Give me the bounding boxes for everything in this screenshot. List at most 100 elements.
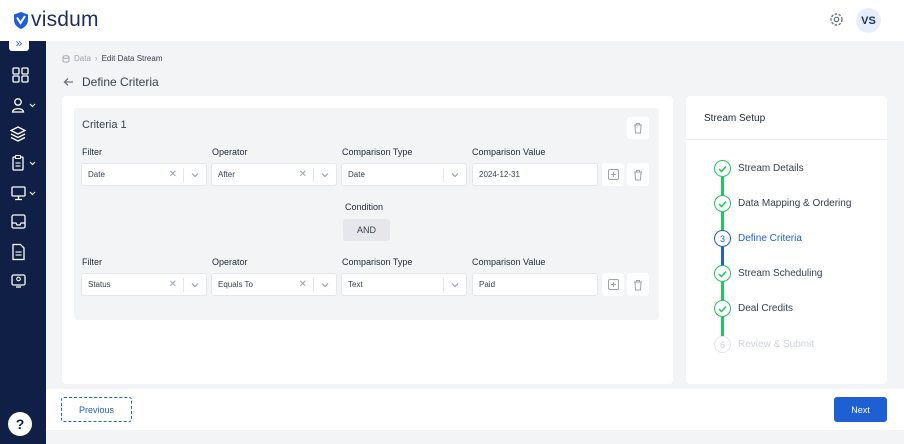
filter-select[interactable]: Status ✕ bbox=[81, 273, 207, 296]
filter-select-value: Date bbox=[88, 170, 105, 179]
breadcrumb-root[interactable]: Data bbox=[74, 54, 91, 63]
operator-select[interactable]: Equals To ✕ bbox=[211, 273, 337, 296]
chevron-down-icon[interactable] bbox=[320, 170, 330, 180]
comparison-value-label: Comparison Value bbox=[472, 147, 546, 157]
comparison-value-input[interactable]: Paid bbox=[472, 273, 598, 296]
user-icon[interactable] bbox=[10, 96, 40, 114]
breadcrumb-separator-icon: › bbox=[94, 54, 98, 63]
check-icon bbox=[714, 265, 731, 282]
operator-select[interactable]: After ✕ bbox=[211, 163, 337, 186]
clear-icon[interactable]: ✕ bbox=[169, 169, 177, 180]
sidebar: » ? bbox=[0, 35, 46, 444]
delete-condition-button[interactable] bbox=[627, 163, 649, 186]
comparison-value-label: Comparison Value bbox=[472, 257, 546, 267]
layers-icon[interactable] bbox=[10, 125, 32, 143]
inbox-icon[interactable] bbox=[10, 213, 32, 231]
criteria-title: Criteria 1 bbox=[82, 119, 127, 131]
step-label: Define Criteria bbox=[738, 233, 802, 244]
clear-icon[interactable]: ✕ bbox=[299, 279, 307, 290]
back-arrow-icon[interactable] bbox=[63, 77, 74, 87]
step-label: Data Mapping & Ordering bbox=[738, 198, 852, 209]
criteria-box: Criteria 1 Filter Operator Comparison Ty… bbox=[74, 108, 659, 320]
check-icon bbox=[714, 300, 731, 317]
comparison-type-select[interactable]: Text bbox=[341, 273, 467, 296]
logo[interactable]: visdum bbox=[13, 8, 99, 32]
filter-label: Filter bbox=[82, 257, 102, 267]
trash-icon bbox=[634, 169, 642, 180]
delete-criteria-button[interactable] bbox=[627, 117, 649, 139]
plus-square-icon bbox=[607, 279, 619, 290]
operator-select-value: Equals To bbox=[218, 280, 253, 289]
filter-select-value: Status bbox=[88, 280, 111, 289]
avatar[interactable]: VS bbox=[856, 8, 881, 33]
page-title-text: Define Criteria bbox=[82, 75, 159, 89]
breadcrumb: Data › Edit Data Stream bbox=[62, 54, 163, 63]
comparison-type-select-value: Text bbox=[348, 280, 363, 289]
step-connector bbox=[721, 317, 724, 336]
step-label: Stream Scheduling bbox=[738, 268, 823, 279]
condition-label: Condition bbox=[345, 202, 384, 212]
step-number: 3 bbox=[714, 230, 731, 247]
step-label: Deal Credits bbox=[738, 303, 794, 314]
chevron-down-icon[interactable] bbox=[320, 280, 330, 290]
operator-label: Operator bbox=[212, 147, 248, 157]
id-card-icon[interactable] bbox=[10, 272, 32, 290]
comparison-type-label: Comparison Type bbox=[342, 257, 413, 267]
stream-setup-title: Stream Setup bbox=[704, 113, 766, 124]
filter-label: Filter bbox=[82, 147, 102, 157]
step-connector bbox=[721, 177, 724, 196]
shield-logo-icon bbox=[14, 11, 28, 29]
step-label: Stream Details bbox=[738, 163, 804, 174]
clear-icon[interactable]: ✕ bbox=[299, 169, 307, 180]
expand-sidebar-button[interactable]: » bbox=[9, 35, 29, 51]
criteria-card: Criteria 1 Filter Operator Comparison Ty… bbox=[62, 96, 673, 384]
top-bar: visdum VS bbox=[0, 0, 904, 41]
add-condition-button[interactable] bbox=[602, 163, 624, 186]
filter-select[interactable]: Date ✕ bbox=[81, 163, 207, 186]
database-icon bbox=[62, 54, 70, 63]
step-connector bbox=[721, 282, 724, 301]
previous-button[interactable]: Previous bbox=[61, 397, 132, 422]
step-number: 6 bbox=[714, 336, 731, 353]
chevron-down-icon[interactable] bbox=[450, 170, 460, 180]
comparison-type-select[interactable]: Date bbox=[341, 163, 467, 186]
page-title: Define Criteria bbox=[63, 75, 159, 89]
clear-icon[interactable]: ✕ bbox=[169, 279, 177, 290]
delete-condition-button[interactable] bbox=[627, 273, 649, 296]
step-data-mapping[interactable]: Data Mapping & Ordering bbox=[714, 195, 884, 213]
grid-icon[interactable] bbox=[10, 66, 32, 84]
step-connector bbox=[721, 247, 724, 266]
step-label: Review & Submit bbox=[738, 339, 815, 350]
footer-bar: Previous Next bbox=[46, 389, 904, 430]
comparison-type-label: Comparison Type bbox=[342, 147, 413, 157]
step-stream-details[interactable]: Stream Details bbox=[714, 160, 884, 178]
gear-icon[interactable] bbox=[828, 11, 845, 28]
comparison-value-input[interactable]: 2024-12-31 bbox=[472, 163, 598, 186]
comparison-value-text: 2024-12-31 bbox=[479, 170, 520, 179]
divider bbox=[686, 139, 887, 140]
next-button[interactable]: Next bbox=[834, 397, 887, 422]
add-condition-button[interactable] bbox=[602, 273, 624, 296]
clipboard-icon[interactable] bbox=[10, 154, 40, 172]
monitor-icon[interactable] bbox=[10, 184, 40, 202]
logo-text: visdum bbox=[31, 8, 99, 31]
check-icon bbox=[714, 160, 731, 177]
chevron-down-icon[interactable] bbox=[190, 280, 200, 290]
step-review-submit[interactable]: 6 Review & Submit bbox=[714, 336, 884, 354]
double-chevron-right-icon: » bbox=[15, 36, 23, 50]
help-button[interactable]: ? bbox=[8, 412, 32, 436]
step-deal-credits[interactable]: Deal Credits bbox=[714, 300, 884, 318]
plus-square-icon bbox=[607, 169, 619, 180]
condition-toggle-button[interactable]: AND bbox=[343, 219, 390, 241]
step-define-criteria[interactable]: 3 Define Criteria bbox=[714, 230, 884, 248]
comparison-value-text: Paid bbox=[479, 280, 496, 289]
document-icon[interactable] bbox=[10, 243, 32, 261]
chevron-down-icon[interactable] bbox=[190, 170, 200, 180]
trash-icon bbox=[634, 123, 642, 134]
step-connector bbox=[721, 212, 724, 231]
chevron-down-icon[interactable] bbox=[450, 280, 460, 290]
trash-icon bbox=[634, 279, 642, 290]
step-stream-scheduling[interactable]: Stream Scheduling bbox=[714, 265, 884, 283]
operator-select-value: After bbox=[218, 170, 235, 179]
operator-label: Operator bbox=[212, 257, 248, 267]
